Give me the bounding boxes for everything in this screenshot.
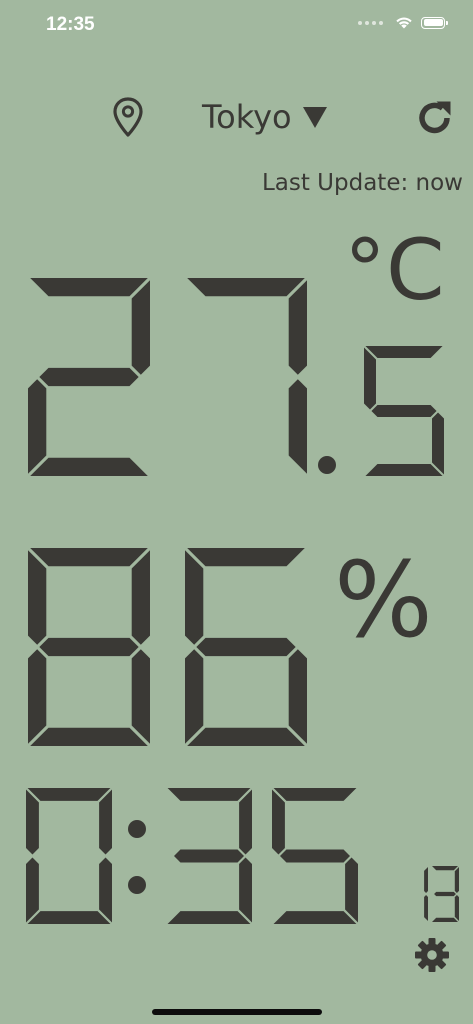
lcd-segment-e	[28, 379, 47, 474]
lcd-segment-a	[30, 278, 148, 297]
lcd-segment-g	[279, 849, 351, 863]
lcd-segment-g	[196, 637, 296, 657]
lcd-segment-c	[99, 857, 112, 923]
lcd-segment-b	[99, 789, 112, 855]
gear-icon[interactable]	[413, 936, 451, 974]
lcd-segment-g	[371, 405, 437, 417]
battery-icon	[421, 16, 448, 29]
lcd-segment-b	[288, 280, 307, 375]
lcd-segment-b	[131, 280, 150, 375]
clock-colon-top	[128, 820, 146, 838]
wifi-icon	[396, 17, 412, 29]
humidity-tens-digit	[28, 548, 150, 746]
lcd-segment-a	[187, 548, 305, 567]
lcd-segment-a	[30, 548, 148, 567]
lcd-segment-d	[432, 917, 458, 922]
lcd-segment-b	[454, 867, 459, 893]
lcd-segment-g	[39, 367, 139, 387]
lcd-segment-c	[345, 857, 358, 923]
lcd-segment-e	[26, 857, 39, 923]
clock-minutes-ones-digit	[272, 788, 358, 924]
lcd-segment-e	[185, 649, 204, 744]
clock-seconds-ones-digit	[432, 866, 459, 922]
lcd-segment-a	[365, 346, 443, 358]
lcd-segment-f	[272, 789, 285, 855]
lcd-segment-f	[28, 550, 47, 645]
lcd-segment-d	[30, 457, 148, 476]
lcd-segment-b	[424, 867, 428, 893]
status-indicators	[358, 16, 448, 29]
lcd-segment-e	[28, 649, 47, 744]
last-update-label: Last Update: now	[261, 170, 463, 196]
clock-seconds-tens-digit	[424, 867, 428, 921]
lcd-segment-a	[432, 866, 458, 871]
lcd-segment-a	[27, 788, 111, 801]
lcd-segment-g	[39, 637, 139, 657]
lcd-segment-c	[131, 649, 150, 744]
lcd-segment-c	[239, 857, 252, 923]
lcd-segment-c	[432, 412, 444, 475]
lcd-segment-g	[434, 891, 456, 897]
lcd-segment-d	[167, 911, 251, 924]
home-indicator[interactable]	[152, 1009, 322, 1015]
decimal-point	[318, 456, 336, 474]
lcd-segment-d	[365, 464, 443, 476]
lcd-segment-f	[364, 347, 376, 410]
lcd-segment-a	[187, 278, 305, 297]
lcd-segment-c	[288, 379, 307, 474]
lcd-segment-b	[131, 550, 150, 645]
triangle-down-icon	[302, 107, 327, 128]
clock-minutes-tens-digit	[167, 788, 252, 924]
location-pin-icon[interactable]	[111, 96, 145, 138]
lcd-segment-d	[27, 911, 111, 924]
lcd-segment-d	[30, 727, 148, 746]
lcd-segment-a	[273, 788, 357, 801]
lcd-segment-c	[288, 649, 307, 744]
lcd-segment-f	[185, 550, 204, 645]
lcd-segment-a	[167, 788, 251, 801]
lcd-segment-b	[239, 789, 252, 855]
lcd-segment-d	[273, 911, 357, 924]
lcd-segment-c	[424, 895, 428, 921]
temperature-decimal-digit	[364, 346, 444, 476]
clock-hours-digit	[26, 788, 112, 924]
temperature-unit: °C	[344, 221, 445, 319]
city-name: Tokyo	[202, 98, 292, 136]
status-time: 12:35	[46, 14, 95, 35]
temperature-ones-digit	[187, 278, 307, 474]
clock-colon-bottom	[128, 876, 146, 894]
lcd-segment-g	[173, 849, 245, 863]
humidity-ones-digit	[185, 548, 307, 746]
humidity-unit: %	[334, 539, 433, 661]
lcd-segment-d	[187, 727, 305, 746]
lcd-segment-c	[454, 895, 459, 921]
signal-dots-icon	[358, 20, 383, 25]
temperature-tens-digit	[28, 278, 150, 476]
refresh-icon[interactable]	[414, 97, 456, 139]
city-selector-button[interactable]: Tokyo	[202, 97, 328, 137]
lcd-segment-f	[26, 789, 39, 855]
